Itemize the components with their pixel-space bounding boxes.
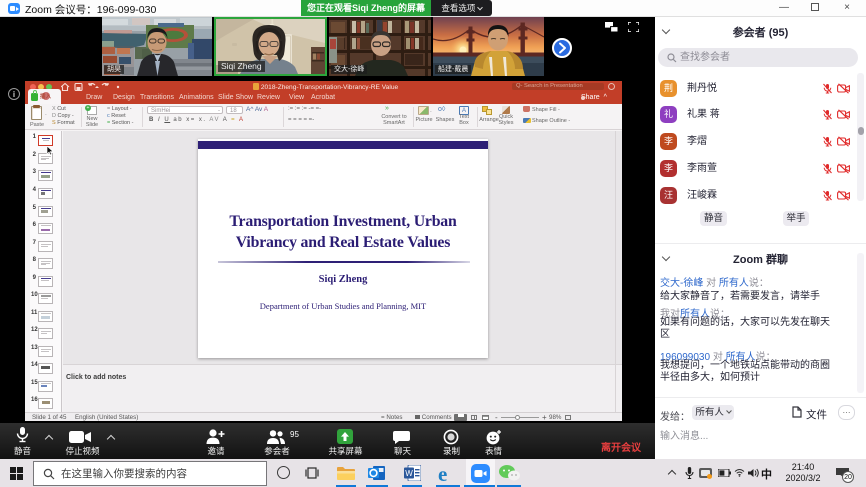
svg-text:W: W [405,469,413,478]
